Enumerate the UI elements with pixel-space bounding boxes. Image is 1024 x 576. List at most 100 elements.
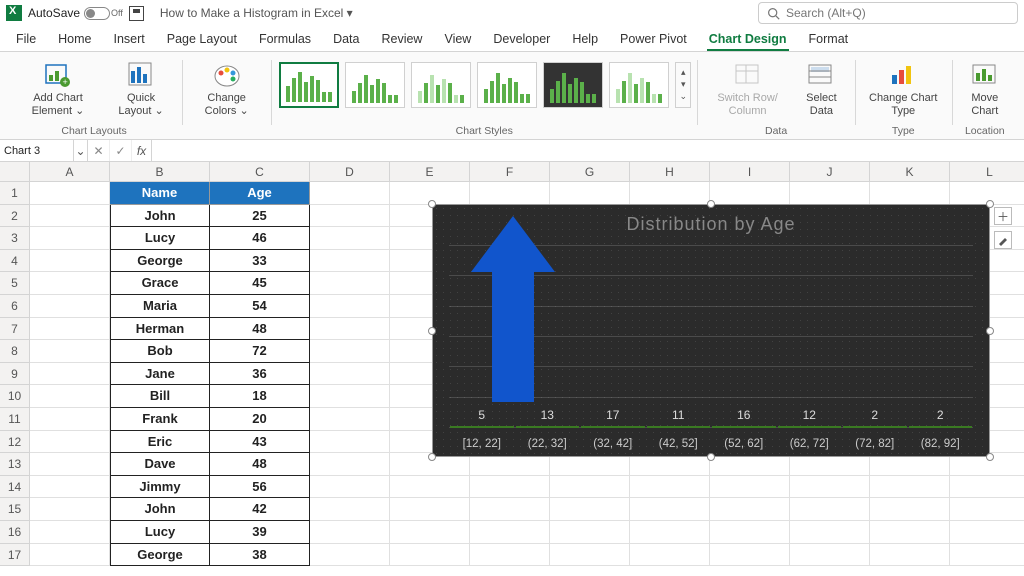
tab-help[interactable]: Help bbox=[570, 29, 600, 51]
col-header[interactable]: E bbox=[390, 162, 470, 182]
bar[interactable]: 16 bbox=[711, 408, 777, 428]
cell[interactable] bbox=[310, 363, 390, 386]
row-header[interactable]: 4 bbox=[0, 250, 30, 273]
row-header[interactable]: 13 bbox=[0, 453, 30, 476]
cell[interactable]: 48 bbox=[210, 453, 310, 476]
row-header[interactable]: 11 bbox=[0, 408, 30, 431]
row-header[interactable]: 1 bbox=[0, 182, 30, 205]
tab-formulas[interactable]: Formulas bbox=[257, 29, 313, 51]
cell[interactable] bbox=[390, 498, 470, 521]
tab-format[interactable]: Format bbox=[807, 29, 851, 51]
cell[interactable] bbox=[790, 498, 870, 521]
cell[interactable] bbox=[870, 182, 950, 205]
cell[interactable] bbox=[550, 182, 630, 205]
cell[interactable]: 43 bbox=[210, 431, 310, 454]
cell[interactable] bbox=[470, 182, 550, 205]
cell[interactable] bbox=[310, 182, 390, 205]
row-header[interactable]: 14 bbox=[0, 476, 30, 499]
cell[interactable]: John bbox=[110, 205, 210, 228]
cell[interactable] bbox=[390, 476, 470, 499]
cell[interactable] bbox=[870, 544, 950, 567]
cell[interactable]: Frank bbox=[110, 408, 210, 431]
cell[interactable] bbox=[310, 453, 390, 476]
cell[interactable]: 20 bbox=[210, 408, 310, 431]
toggle-icon[interactable] bbox=[84, 7, 110, 20]
tab-review[interactable]: Review bbox=[379, 29, 424, 51]
cell[interactable] bbox=[390, 521, 470, 544]
select-data-button[interactable]: Select Data bbox=[794, 58, 849, 119]
cell[interactable] bbox=[630, 476, 710, 499]
cell[interactable] bbox=[550, 476, 630, 499]
bar[interactable]: 17 bbox=[580, 408, 646, 428]
cell[interactable]: 54 bbox=[210, 295, 310, 318]
tab-home[interactable]: Home bbox=[56, 29, 93, 51]
bar[interactable]: 11 bbox=[646, 408, 712, 428]
cell[interactable] bbox=[310, 476, 390, 499]
cell[interactable] bbox=[310, 340, 390, 363]
cell[interactable] bbox=[30, 498, 110, 521]
cell[interactable]: Grace bbox=[110, 272, 210, 295]
resize-handle[interactable] bbox=[707, 200, 715, 208]
cell[interactable] bbox=[30, 544, 110, 567]
cell[interactable] bbox=[470, 476, 550, 499]
row-header[interactable]: 10 bbox=[0, 385, 30, 408]
fx-icon[interactable]: fx bbox=[132, 140, 152, 161]
col-header[interactable]: I bbox=[710, 162, 790, 182]
cell[interactable] bbox=[30, 182, 110, 205]
tab-power-pivot[interactable]: Power Pivot bbox=[618, 29, 689, 51]
cell[interactable] bbox=[310, 431, 390, 454]
resize-handle[interactable] bbox=[428, 200, 436, 208]
col-header[interactable]: K bbox=[870, 162, 950, 182]
cell[interactable] bbox=[310, 408, 390, 431]
cell[interactable] bbox=[310, 385, 390, 408]
cell[interactable]: 36 bbox=[210, 363, 310, 386]
resize-handle[interactable] bbox=[986, 453, 994, 461]
chart-styles-more[interactable]: ▴▾⌄ bbox=[675, 62, 691, 108]
formula-enter[interactable]: ✓ bbox=[110, 140, 132, 161]
cell[interactable] bbox=[30, 521, 110, 544]
chart-elements-button[interactable]: ＋ bbox=[994, 207, 1012, 225]
row-header[interactable]: 8 bbox=[0, 340, 30, 363]
row-header[interactable]: 5 bbox=[0, 272, 30, 295]
cell[interactable]: Maria bbox=[110, 295, 210, 318]
cell[interactable]: Bill bbox=[110, 385, 210, 408]
document-title[interactable]: How to Make a Histogram in Excel ▾ bbox=[160, 6, 353, 20]
autosave-toggle[interactable]: AutoSave Off bbox=[28, 6, 123, 20]
name-box[interactable]: Chart 3 bbox=[0, 140, 74, 161]
cell[interactable] bbox=[790, 544, 870, 567]
cell[interactable] bbox=[30, 476, 110, 499]
cell[interactable]: 39 bbox=[210, 521, 310, 544]
cell[interactable] bbox=[630, 182, 710, 205]
cell[interactable] bbox=[310, 205, 390, 228]
cell[interactable] bbox=[710, 476, 790, 499]
cell[interactable] bbox=[30, 408, 110, 431]
row-header[interactable]: 2 bbox=[0, 205, 30, 228]
row-header[interactable]: 7 bbox=[0, 318, 30, 341]
tab-data[interactable]: Data bbox=[331, 29, 361, 51]
cell[interactable] bbox=[30, 340, 110, 363]
bar[interactable]: 12 bbox=[777, 408, 843, 428]
cell[interactable] bbox=[310, 318, 390, 341]
cell[interactable] bbox=[30, 250, 110, 273]
cell[interactable]: John bbox=[110, 498, 210, 521]
cell[interactable] bbox=[550, 521, 630, 544]
cell[interactable] bbox=[630, 521, 710, 544]
cell[interactable]: George bbox=[110, 250, 210, 273]
cell[interactable] bbox=[790, 521, 870, 544]
cell[interactable] bbox=[870, 476, 950, 499]
cell[interactable] bbox=[790, 476, 870, 499]
cell[interactable]: Jane bbox=[110, 363, 210, 386]
col-header[interactable]: J bbox=[790, 162, 870, 182]
cell[interactable] bbox=[710, 182, 790, 205]
chart-style-4[interactable] bbox=[477, 62, 537, 108]
chart-style-5[interactable] bbox=[543, 62, 603, 108]
resize-handle[interactable] bbox=[428, 453, 436, 461]
cell[interactable] bbox=[470, 544, 550, 567]
cell[interactable]: 46 bbox=[210, 227, 310, 250]
cell[interactable] bbox=[310, 544, 390, 567]
cell[interactable] bbox=[30, 431, 110, 454]
cell[interactable]: Herman bbox=[110, 318, 210, 341]
row-header[interactable]: 17 bbox=[0, 544, 30, 567]
cell[interactable] bbox=[950, 544, 1024, 567]
change-colors-button[interactable]: Change Colors ⌄ bbox=[188, 58, 265, 119]
